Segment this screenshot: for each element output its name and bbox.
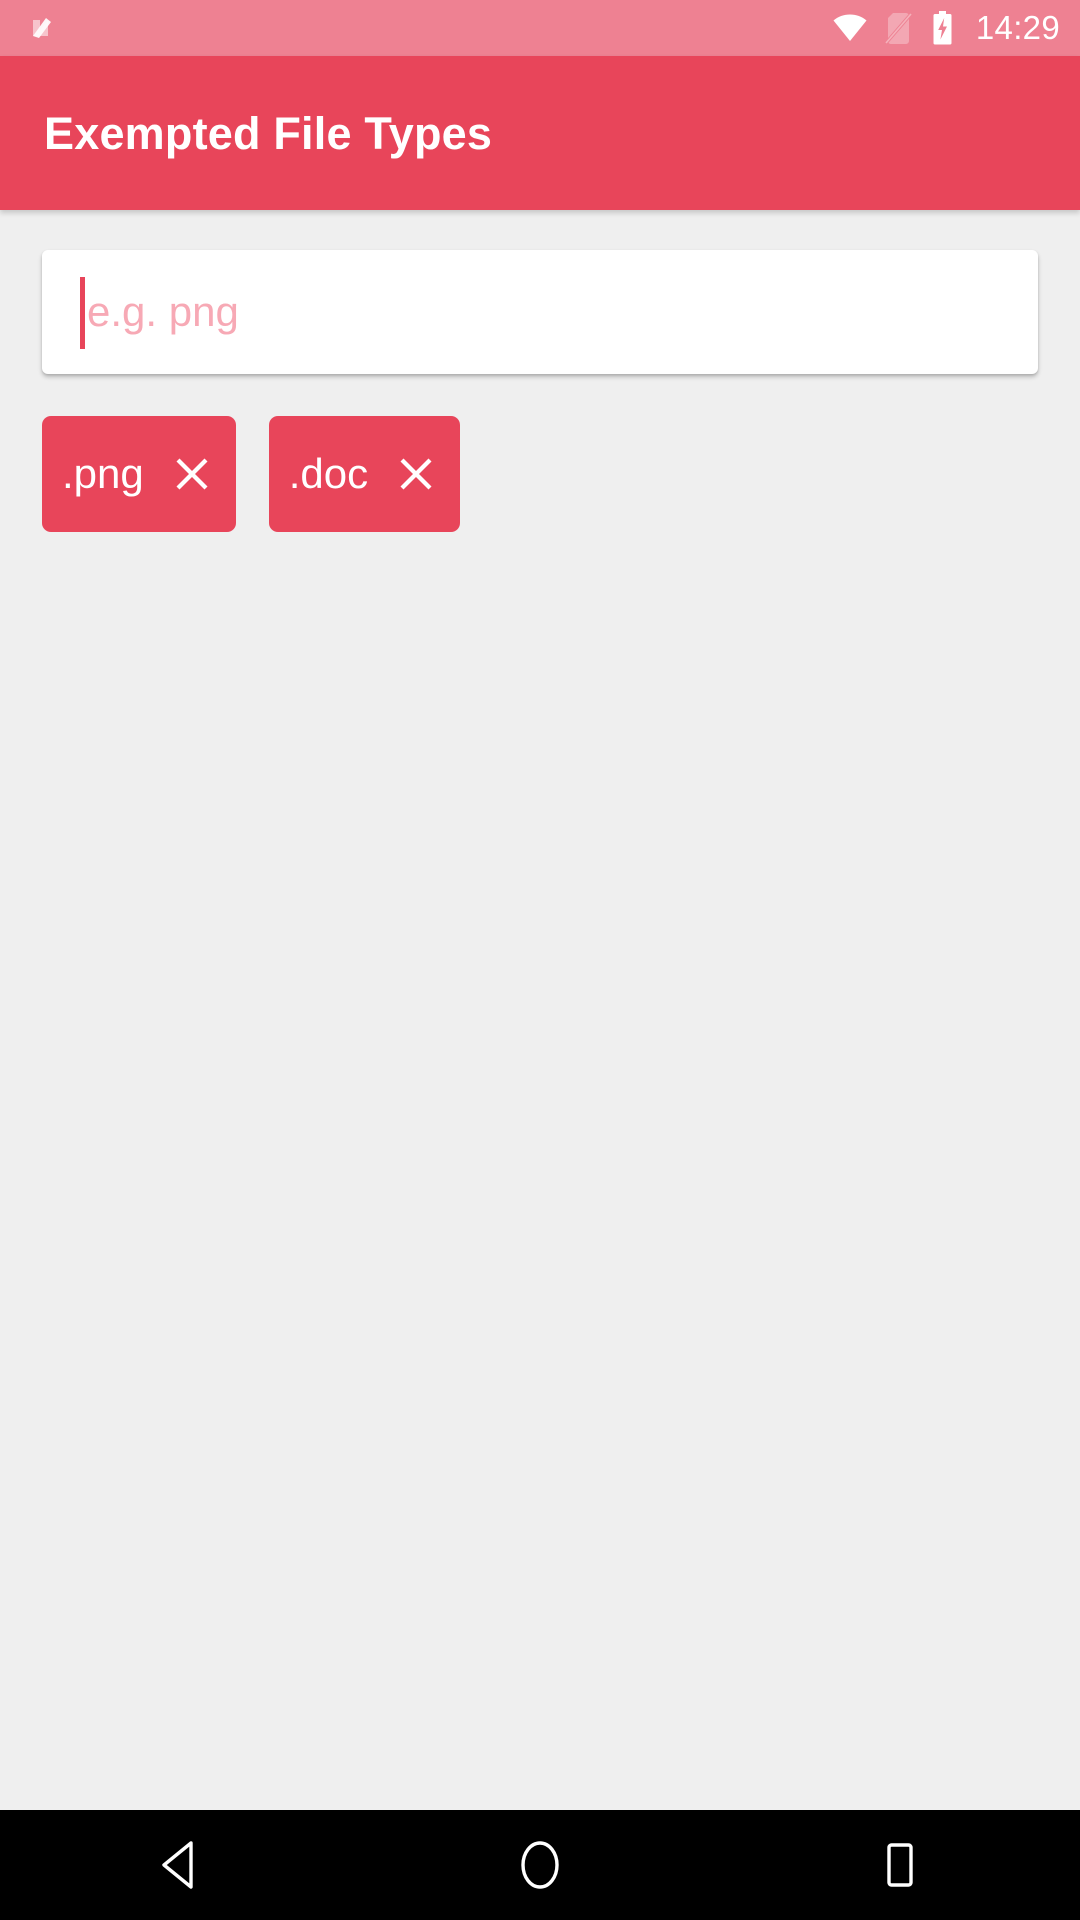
home-button[interactable] bbox=[450, 1810, 630, 1920]
status-bar-clock: 14:29 bbox=[975, 8, 1060, 46]
file-type-input-card[interactable]: e.g. png bbox=[42, 250, 1038, 374]
status-bar-left bbox=[26, 11, 60, 45]
triangle-left-icon bbox=[157, 1839, 203, 1891]
app-bar: Exempted File Types bbox=[0, 56, 1080, 210]
close-icon[interactable] bbox=[368, 456, 434, 492]
circle-icon bbox=[515, 1837, 565, 1893]
android-nougat-logo-icon bbox=[26, 11, 60, 45]
file-type-chip[interactable]: .doc bbox=[268, 416, 461, 532]
main-content: e.g. png .png .doc bbox=[0, 210, 1080, 1810]
page-title: Exempted File Types bbox=[44, 107, 493, 159]
wifi-icon bbox=[833, 14, 867, 42]
recents-button[interactable] bbox=[810, 1810, 990, 1920]
file-type-chip-label: .doc bbox=[288, 450, 369, 497]
phone-screen: 14:29 Exempted File Types e.g. png .png bbox=[0, 0, 1080, 1920]
file-type-input-placeholder: e.g. png bbox=[87, 288, 239, 335]
file-type-input-inner[interactable]: e.g. png bbox=[80, 250, 239, 374]
square-icon bbox=[878, 1839, 922, 1891]
status-bar: 14:29 bbox=[0, 0, 1080, 56]
file-type-chip-label: .png bbox=[62, 450, 144, 497]
status-bar-right: 14:29 bbox=[833, 11, 1060, 46]
exempted-file-type-chip-list: .png .doc bbox=[42, 416, 493, 532]
android-navigation-bar bbox=[0, 1810, 1080, 1920]
back-button[interactable] bbox=[90, 1810, 270, 1920]
no-sim-icon bbox=[884, 12, 914, 45]
file-type-chip[interactable]: .png bbox=[42, 416, 236, 532]
close-icon[interactable] bbox=[144, 456, 210, 492]
battery-charging-icon bbox=[931, 11, 954, 45]
text-caret bbox=[80, 277, 85, 349]
